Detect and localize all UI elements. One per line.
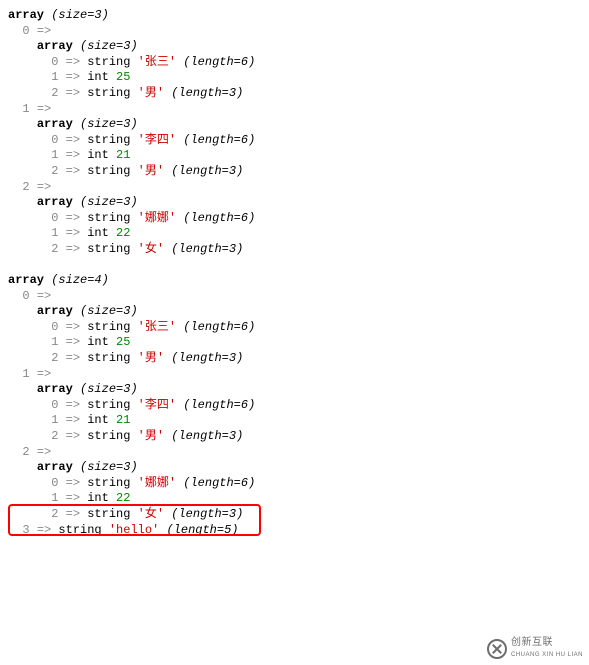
watermark-logo-icon	[487, 639, 507, 659]
watermark: 创新互联 CHUANG XIN HU LIAN	[487, 638, 583, 659]
watermark-text: 创新互联 CHUANG XIN HU LIAN	[511, 638, 583, 659]
var-dump-output: array (size=3) 0 => array (size=3) 0 => …	[0, 0, 589, 546]
